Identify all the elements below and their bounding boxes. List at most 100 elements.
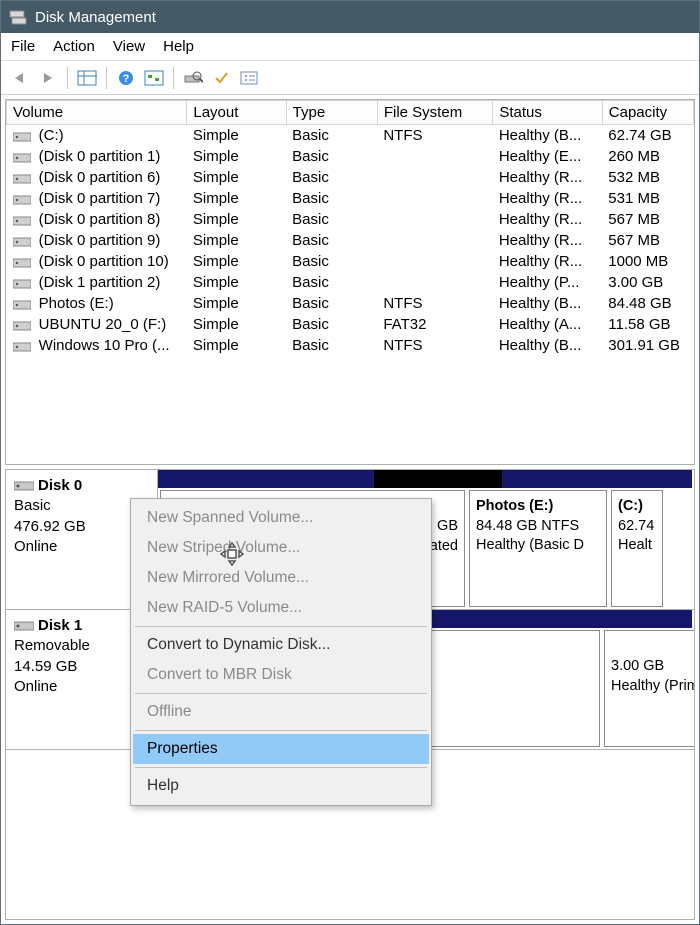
partition-box[interactable]: (C:)62.74Healt	[611, 490, 663, 607]
volume-name: (Disk 0 partition 8)	[35, 211, 161, 228]
menu-separator	[135, 693, 427, 694]
volume-row[interactable]: Windows 10 Pro (...SimpleBasicNTFSHealth…	[7, 335, 694, 356]
volume-row[interactable]: (Disk 1 partition 2)SimpleBasicHealthy (…	[7, 272, 694, 293]
settings-button[interactable]	[236, 65, 262, 91]
disk1-kind: Removable	[14, 636, 149, 656]
allocation-stripe	[374, 470, 502, 488]
menu-file[interactable]: File	[11, 38, 35, 55]
menubar: File Action View Help	[1, 33, 699, 61]
volume-icon	[13, 319, 31, 331]
separator	[67, 67, 68, 89]
refresh-button[interactable]	[141, 65, 167, 91]
volume-icon	[13, 277, 31, 289]
partition-line3: Healthy (Basic D	[476, 536, 600, 556]
volume-row[interactable]: (Disk 0 partition 10)SimpleBasicHealthy …	[7, 251, 694, 272]
disk-icon	[14, 619, 34, 633]
column-header-type[interactable]: Type	[286, 101, 377, 125]
separator	[173, 67, 174, 89]
menu-item-new-spanned-volume: New Spanned Volume...	[133, 503, 429, 533]
menu-item-new-striped-volume: New Striped Volume...	[133, 533, 429, 563]
allocation-stripe	[502, 470, 640, 488]
volume-icon	[13, 235, 31, 247]
column-header-layout[interactable]: Layout	[187, 101, 286, 125]
volume-name: (Disk 0 partition 9)	[35, 232, 161, 249]
volume-row[interactable]: Photos (E:)SimpleBasicNTFSHealthy (B...8…	[7, 293, 694, 314]
disk1-state: Online	[14, 677, 149, 697]
titlebar[interactable]: Disk Management	[1, 1, 699, 33]
volume-row[interactable]: (Disk 0 partition 7)SimpleBasicHealthy (…	[7, 188, 694, 209]
menu-item-convert-to-dynamic-disk[interactable]: Convert to Dynamic Disk...	[133, 630, 429, 660]
volume-name: (C:)	[35, 127, 64, 144]
menu-separator	[135, 626, 427, 627]
volume-icon	[13, 130, 31, 142]
volume-name: (Disk 1 partition 2)	[35, 274, 161, 291]
back-button[interactable]	[7, 65, 33, 91]
volume-name: (Disk 0 partition 7)	[35, 190, 161, 207]
column-header-volume[interactable]: Volume	[7, 101, 187, 125]
show-hide-tree-button[interactable]	[74, 65, 100, 91]
disk-management-window: Disk Management File Action View Help ? …	[0, 0, 700, 925]
disk1-name: Disk 1	[38, 617, 82, 634]
volume-row[interactable]: UBUNTU 20_0 (F:)SimpleBasicFAT32Healthy …	[7, 314, 694, 335]
rescan-button[interactable]	[180, 65, 206, 91]
content-area: VolumeLayoutTypeFile SystemStatusCapacit…	[1, 95, 699, 924]
help-button[interactable]: ?	[113, 65, 139, 91]
menu-item-new-raid-5-volume: New RAID-5 Volume...	[133, 593, 429, 623]
column-header-status[interactable]: Status	[493, 101, 602, 125]
partition-title: (C:)	[618, 497, 656, 517]
forward-button[interactable]	[35, 65, 61, 91]
partition-box[interactable]: 3.00 GBHealthy (Primary	[604, 630, 695, 747]
window-title: Disk Management	[35, 9, 156, 26]
partition-line3: Healthy (Primary	[611, 677, 695, 697]
volume-name: (Disk 0 partition 6)	[35, 169, 161, 186]
partition-line2: 84.48 GB NTFS	[476, 517, 600, 537]
column-header-capacity[interactable]: Capacity	[602, 101, 693, 125]
menu-separator	[135, 767, 427, 768]
menu-item-properties[interactable]: Properties	[133, 734, 429, 764]
volume-list-panel: VolumeLayoutTypeFile SystemStatusCapacit…	[5, 99, 695, 465]
volume-name: (Disk 0 partition 10)	[35, 253, 169, 270]
app-icon	[9, 8, 27, 26]
disk-icon	[14, 479, 34, 493]
menu-item-convert-to-mbr-disk: Convert to MBR Disk	[133, 660, 429, 690]
volume-icon	[13, 298, 31, 310]
partition-title: Photos (E:)	[476, 497, 600, 517]
volume-icon	[13, 214, 31, 226]
disk-context-menu[interactable]: New Spanned Volume...New Striped Volume.…	[130, 498, 432, 806]
svg-text:?: ?	[123, 73, 130, 85]
volume-row[interactable]: (C:)SimpleBasicNTFSHealthy (B...62.74 GB	[7, 125, 694, 147]
volume-name: Photos (E:)	[35, 295, 114, 312]
volume-icon	[13, 340, 31, 352]
volume-row[interactable]: (Disk 0 partition 6)SimpleBasicHealthy (…	[7, 167, 694, 188]
volume-icon	[13, 172, 31, 184]
menu-separator	[135, 730, 427, 731]
partition-line2: 62.74	[618, 517, 656, 537]
separator	[106, 67, 107, 89]
menu-help[interactable]: Help	[163, 38, 194, 55]
partition-line2: 3.00 GB	[611, 657, 695, 677]
volume-row[interactable]: (Disk 0 partition 8)SimpleBasicHealthy (…	[7, 209, 694, 230]
menu-item-new-mirrored-volume: New Mirrored Volume...	[133, 563, 429, 593]
disk0-size: 476.92 GB	[14, 517, 149, 537]
column-header-file-system[interactable]: File System	[377, 101, 493, 125]
allocation-stripe	[640, 470, 692, 488]
disk1-size: 14.59 GB	[14, 657, 149, 677]
partition-line3: Healt	[618, 536, 656, 556]
disk0-kind: Basic	[14, 496, 149, 516]
volume-icon	[13, 256, 31, 268]
toolbar: ?	[1, 61, 699, 95]
volume-row[interactable]: (Disk 0 partition 1)SimpleBasicHealthy (…	[7, 146, 694, 167]
menu-view[interactable]: View	[113, 38, 145, 55]
allocation-stripe	[222, 470, 374, 488]
volume-row[interactable]: (Disk 0 partition 9)SimpleBasicHealthy (…	[7, 230, 694, 251]
action-list-button[interactable]	[208, 65, 234, 91]
menu-item-help[interactable]: Help	[133, 771, 429, 801]
menu-item-offline: Offline	[133, 697, 429, 727]
partition-box[interactable]: Photos (E:)84.48 GB NTFSHealthy (Basic D	[469, 490, 607, 607]
disk0-name: Disk 0	[38, 477, 82, 494]
volume-table[interactable]: VolumeLayoutTypeFile SystemStatusCapacit…	[6, 100, 694, 356]
menu-action[interactable]: Action	[53, 38, 95, 55]
volume-name: UBUNTU 20_0 (F:)	[35, 316, 167, 333]
volume-name: (Disk 0 partition 1)	[35, 148, 161, 165]
graphical-view-panel: Disk 0 Basic 476.92 GB Online GBocatedPh…	[5, 469, 695, 920]
